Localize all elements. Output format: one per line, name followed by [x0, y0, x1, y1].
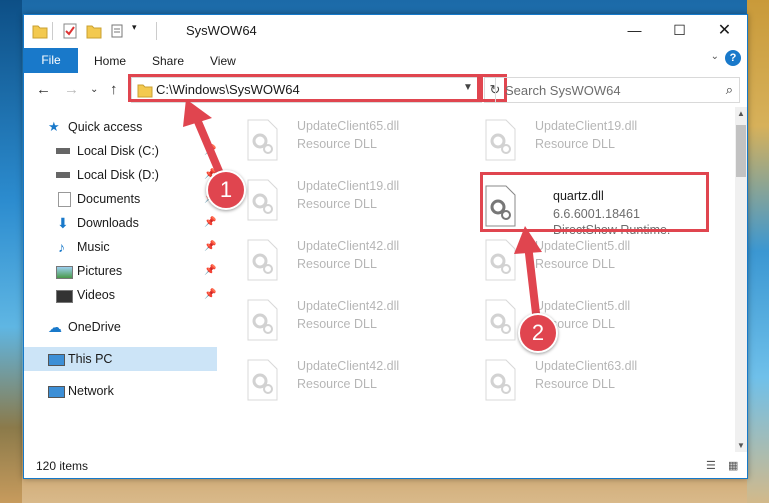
address-highlight-box	[128, 74, 480, 102]
step-1-badge: 1	[206, 170, 246, 210]
list-item[interactable]: UpdateClient42.dll Resource DLL	[245, 297, 465, 345]
sidebar-item-local-disk-d[interactable]: Local Disk (D:) 📌	[24, 163, 217, 187]
pin-icon[interactable]: 📌	[204, 139, 216, 163]
up-arrow-icon[interactable]: ↑	[110, 81, 118, 98]
cloud-icon: ☁	[48, 319, 62, 335]
file-list: UpdateClient65.dll Resource DLL UpdateCl…	[217, 107, 735, 452]
tab-file[interactable]: File	[24, 48, 78, 73]
dll-file-icon	[247, 119, 278, 161]
vertical-scrollbar[interactable]: ▲ ▼	[735, 107, 747, 452]
minimize-button[interactable]: —	[612, 15, 657, 46]
list-item[interactable]: UpdateClient19.dll Resource DLL	[483, 117, 703, 165]
sidebar-item-network[interactable]: Network	[24, 379, 217, 403]
title-bar: ▾ SysWOW64 — ☐ ✕	[24, 15, 747, 46]
drive-icon	[56, 172, 70, 178]
dll-file-icon	[247, 179, 278, 221]
expand-ribbon-icon[interactable]: ⌄	[711, 51, 719, 62]
sidebar-item-downloads[interactable]: ⬇ Downloads 📌	[24, 211, 217, 235]
recent-locations-icon[interactable]: ⌄	[90, 84, 98, 95]
dll-file-icon	[247, 299, 278, 341]
sidebar-item-quick-access[interactable]: ★ Quick access	[24, 115, 217, 139]
tab-view[interactable]: View	[210, 54, 236, 68]
pin-icon[interactable]: 📌	[204, 283, 216, 307]
forward-arrow-icon[interactable]: →	[64, 81, 79, 98]
list-item[interactable]: UpdateClient19.dll Resource DLL	[245, 177, 465, 225]
videos-icon	[56, 290, 73, 303]
step-2-badge: 2	[518, 313, 558, 353]
scroll-up-icon[interactable]: ▲	[735, 109, 747, 118]
status-bar: 120 items ☰ ▦	[24, 452, 747, 478]
search-icon[interactable]: ⌕	[726, 82, 733, 98]
download-icon: ⬇	[57, 215, 69, 231]
sidebar-item-this-pc[interactable]: This PC	[24, 347, 217, 371]
back-arrow-icon[interactable]: ←	[36, 81, 51, 98]
list-item[interactable]: UpdateClient42.dll Resource DLL	[245, 237, 465, 285]
sidebar-item-music[interactable]: ♪ Music 📌	[24, 235, 217, 259]
details-view-icon[interactable]: ☰	[706, 459, 722, 472]
pin-icon[interactable]: 📌	[204, 259, 216, 283]
customize-icon[interactable]	[110, 22, 128, 40]
item-count: 120 items	[36, 459, 89, 473]
drive-icon	[56, 148, 70, 154]
music-icon: ♪	[58, 239, 65, 255]
navigation-bar: ← → ⌄ ↑ C:\Windows\SysWOW64 ▼ ↻ Search S…	[24, 73, 747, 107]
pin-icon[interactable]: 📌	[204, 235, 216, 259]
sidebar-item-documents[interactable]: Documents 📌	[24, 187, 217, 211]
maximize-button[interactable]: ☐	[657, 15, 702, 46]
documents-icon	[58, 192, 71, 207]
scrollbar-thumb[interactable]	[736, 125, 746, 177]
dll-file-icon	[485, 359, 516, 401]
tab-home[interactable]: Home	[94, 54, 126, 68]
network-icon	[48, 386, 65, 398]
ribbon-tabs: File Home Share View ⌄ ?	[24, 46, 747, 74]
properties-icon[interactable]	[62, 22, 78, 40]
dll-file-icon	[485, 299, 516, 341]
new-folder-icon[interactable]	[86, 22, 102, 40]
large-icons-view-icon[interactable]: ▦	[728, 459, 744, 472]
list-item[interactable]: UpdateClient5.dll Resource DLL	[483, 237, 703, 285]
folder-icon	[32, 25, 48, 39]
list-item[interactable]: UpdateClient5.dll Resource DLL	[483, 297, 703, 345]
desktop-background-right	[747, 0, 769, 503]
list-item[interactable]: UpdateClient42.dll Resource DLL	[245, 357, 465, 405]
list-item[interactable]: UpdateClient65.dll Resource DLL	[245, 117, 465, 165]
list-item[interactable]: UpdateClient63.dll Resource DLL	[483, 357, 703, 405]
computer-icon	[48, 354, 65, 366]
close-button[interactable]: ✕	[702, 15, 747, 46]
dll-file-icon	[247, 239, 278, 281]
quartz-highlight-box	[480, 172, 709, 232]
sidebar-item-local-disk-c[interactable]: Local Disk (C:) 📌	[24, 139, 217, 163]
chevron-down-icon[interactable]: ▾	[132, 22, 137, 40]
help-icon[interactable]: ?	[725, 50, 741, 66]
sidebar-item-onedrive[interactable]: ☁ OneDrive	[24, 315, 217, 339]
navigation-pane: ★ Quick access Local Disk (C:) 📌 Local D…	[24, 107, 217, 452]
window-title: SysWOW64	[186, 23, 257, 38]
dll-file-icon	[247, 359, 278, 401]
tab-share[interactable]: Share	[152, 54, 184, 68]
search-input[interactable]: Search SysWOW64 ⌕	[495, 77, 740, 103]
sidebar-item-videos[interactable]: Videos 📌	[24, 283, 217, 307]
search-placeholder: Search SysWOW64	[505, 83, 621, 98]
sidebar-item-pictures[interactable]: Pictures 📌	[24, 259, 217, 283]
explorer-window: ▾ SysWOW64 — ☐ ✕ File Home Share View ⌄ …	[23, 14, 748, 479]
star-icon: ★	[48, 119, 60, 134]
pictures-icon	[56, 266, 73, 279]
dll-file-icon	[485, 239, 516, 281]
dll-file-icon	[485, 119, 516, 161]
pin-icon[interactable]: 📌	[204, 211, 216, 235]
desktop-background-left	[0, 0, 22, 503]
scroll-down-icon[interactable]: ▼	[735, 441, 747, 450]
